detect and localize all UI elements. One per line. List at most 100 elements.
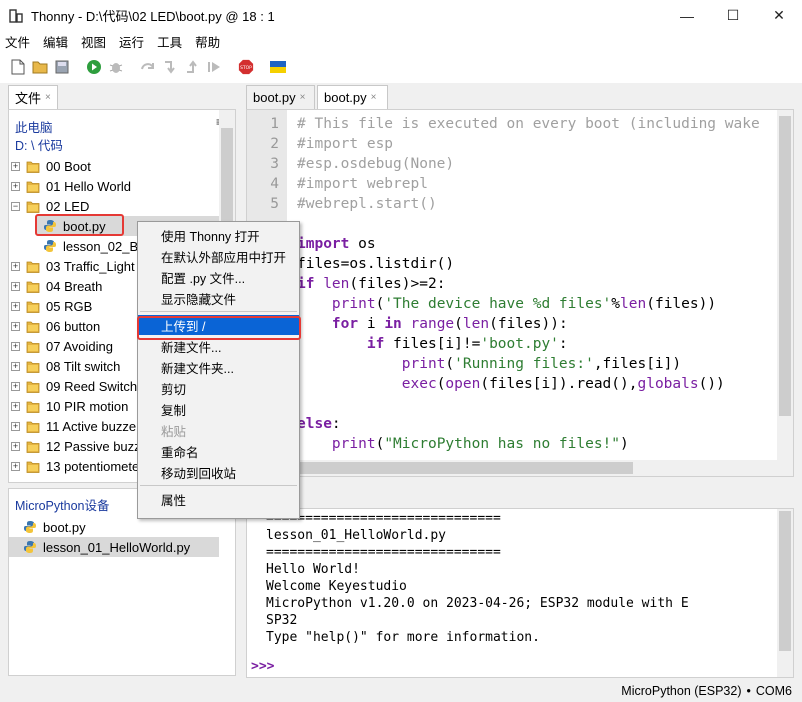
shell-line: SP32 xyxy=(266,613,298,628)
tree-folder-item[interactable]: − 02 LED xyxy=(11,196,221,216)
expand-toggle-icon[interactable]: + xyxy=(11,421,20,431)
context-menu-item[interactable]: 使用 Thonny 打开 xyxy=(138,225,299,245)
code-editor[interactable]: 1 2 3 4 5 # This file is executed on eve… xyxy=(246,109,794,477)
tab-files[interactable]: 文件 × xyxy=(8,85,58,109)
port-status[interactable]: COM6 xyxy=(756,684,792,698)
line-number: 1 xyxy=(270,116,279,132)
expand-toggle-icon[interactable]: + xyxy=(11,361,20,371)
tree-item-label: 08 Tilt switch xyxy=(46,358,121,374)
status-bar: MicroPython (ESP32) • COM6 xyxy=(0,680,802,702)
context-menu-item[interactable]: 配置 .py 文件... xyxy=(138,267,299,287)
menu-edit[interactable]: 编辑 xyxy=(43,32,68,51)
menu-view[interactable]: 视图 xyxy=(81,32,106,51)
close-icon[interactable]: × xyxy=(371,92,377,103)
save-icon[interactable] xyxy=(54,59,70,75)
tab-boot-py-1[interactable]: boot.py × xyxy=(246,85,315,109)
resume-icon[interactable] xyxy=(206,59,222,75)
shell-line: Type "help()" for more information. xyxy=(266,630,540,645)
open-file-icon[interactable] xyxy=(32,59,48,75)
interpreter-status[interactable]: MicroPython (ESP32) xyxy=(621,684,741,698)
expand-toggle-icon[interactable]: + xyxy=(11,301,20,311)
expand-toggle-icon[interactable]: + xyxy=(11,181,20,191)
python-file-icon xyxy=(44,220,56,232)
code-line: files=os.listdir() xyxy=(297,256,455,272)
minimize-icon: — xyxy=(680,7,694,24)
list-item[interactable]: lesson_01_HelloWorld.py xyxy=(9,537,219,557)
context-menu-item[interactable]: 在默认外部应用中打开 xyxy=(138,246,299,266)
context-menu-item[interactable]: 新建文件夹... xyxy=(138,357,299,377)
run-icon[interactable] xyxy=(86,59,102,75)
code-line: if files[i]!='boot.py': xyxy=(297,336,568,352)
tree-item-label: 01 Hello World xyxy=(46,178,132,194)
expand-toggle-icon[interactable]: + xyxy=(11,461,20,471)
expand-toggle-icon[interactable]: − xyxy=(11,201,20,211)
folder-icon xyxy=(26,381,40,393)
expand-toggle-icon[interactable]: + xyxy=(11,261,20,271)
status-separator: • xyxy=(746,684,751,698)
context-menu-item[interactable]: 显示隐藏文件 xyxy=(138,288,299,308)
code-line: for i in range(len(files)): xyxy=(297,316,568,332)
maximize-button[interactable]: ☐ xyxy=(710,0,756,31)
step-out-icon[interactable] xyxy=(184,59,200,75)
code-line: #import esp xyxy=(297,136,394,152)
folder-icon xyxy=(26,421,40,433)
context-menu-item[interactable]: 移动到回收站 xyxy=(138,462,299,482)
code-line: # This file is executed on every boot (i… xyxy=(297,116,760,132)
editor-vertical-scrollbar[interactable] xyxy=(777,110,793,476)
context-menu-item[interactable]: 上传到 / xyxy=(138,315,299,335)
tree-item-label: lesson_02_Bl xyxy=(63,238,142,254)
line-number: 3 xyxy=(270,156,279,172)
expand-toggle-icon[interactable]: + xyxy=(11,441,20,451)
list-item[interactable]: boot.py xyxy=(23,517,233,537)
tab-boot-py-2[interactable]: boot.py × xyxy=(317,85,388,109)
expand-toggle-icon[interactable]: + xyxy=(11,161,20,171)
menu-separator xyxy=(140,311,297,312)
folder-icon xyxy=(26,461,40,473)
folder-icon xyxy=(26,201,40,213)
expand-toggle-icon[interactable]: + xyxy=(11,401,20,411)
shell-line: Welcome Keyestudio xyxy=(266,579,407,594)
shell-panel[interactable]: ============================== lesson_01… xyxy=(246,508,794,678)
expand-toggle-icon[interactable]: + xyxy=(11,321,20,331)
scrollbar-thumb[interactable] xyxy=(779,116,791,416)
debug-icon[interactable] xyxy=(108,59,124,75)
menu-help[interactable]: 帮助 xyxy=(195,32,220,51)
tree-item-label: 10 PIR motion xyxy=(46,398,129,414)
stop-icon[interactable]: STOP xyxy=(238,59,254,75)
step-over-icon[interactable] xyxy=(140,59,156,75)
ukraine-flag-icon[interactable] xyxy=(270,59,286,75)
close-icon[interactable]: × xyxy=(45,92,51,103)
tree-folder-item[interactable]: +01 Hello World xyxy=(11,176,221,196)
expand-toggle-icon[interactable]: + xyxy=(11,281,20,291)
editor-tab-bar: boot.py × boot.py × xyxy=(246,85,794,109)
location-title[interactable]: 此电脑 xyxy=(15,117,53,136)
shell-scrollbar[interactable] xyxy=(777,509,793,677)
scrollbar-thumb[interactable] xyxy=(779,511,791,651)
step-into-icon[interactable] xyxy=(162,59,178,75)
code-line: print('Running files:',files[i]) xyxy=(297,356,682,372)
expand-toggle-icon[interactable]: + xyxy=(11,381,20,391)
code-line: print("MicroPython has no files!") xyxy=(297,436,629,452)
thonny-app-icon xyxy=(9,8,23,23)
location-path[interactable]: D: \ 代码 xyxy=(15,135,63,154)
context-menu-item[interactable]: 复制 xyxy=(138,399,299,419)
menu-run[interactable]: 运行 xyxy=(119,32,144,51)
tree-folder-item[interactable]: +00 Boot xyxy=(11,156,221,176)
maximize-icon: ☐ xyxy=(726,7,740,23)
close-icon[interactable]: × xyxy=(300,92,306,103)
minimize-button[interactable]: — xyxy=(664,0,710,31)
scrollbar-thumb[interactable] xyxy=(293,462,633,474)
tree-item-label: 04 Breath xyxy=(46,278,103,294)
close-button[interactable]: ✕ xyxy=(756,0,802,31)
editor-horizontal-scrollbar[interactable] xyxy=(287,460,779,476)
menu-tools[interactable]: 工具 xyxy=(157,32,182,51)
code-line: #import webrepl xyxy=(297,176,428,192)
new-file-icon[interactable] xyxy=(10,59,26,75)
context-menu-item[interactable]: 重命名 xyxy=(138,441,299,461)
expand-toggle-icon[interactable]: + xyxy=(11,341,20,351)
menu-file[interactable]: 文件 xyxy=(5,32,30,51)
context-menu-item[interactable]: 属性 xyxy=(138,489,299,509)
context-menu-item[interactable]: 新建文件... xyxy=(138,336,299,356)
context-menu-item[interactable]: 剪切 xyxy=(138,378,299,398)
shell-prompt[interactable]: >>> xyxy=(251,659,274,674)
